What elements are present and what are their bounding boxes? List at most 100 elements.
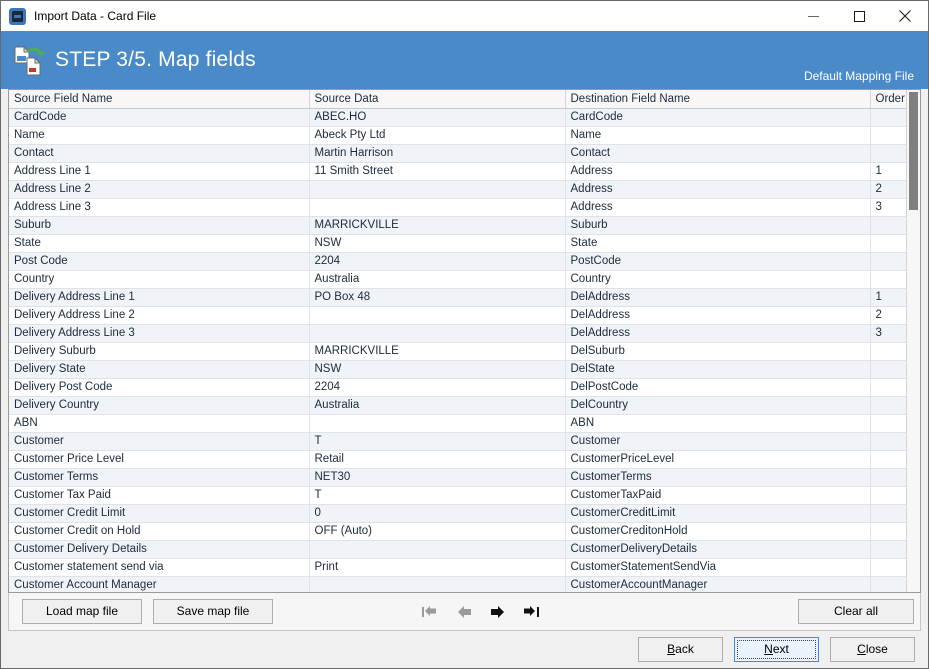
back-button[interactable]: Back <box>638 637 723 662</box>
table-row[interactable]: Customer Credit Limit 0 CustomerCreditLimi… <box>9 504 906 523</box>
table-cell[interactable]: CardCode <box>9 108 310 127</box>
minimize-icon[interactable] <box>790 1 836 31</box>
table-cell[interactable] <box>870 450 906 469</box>
table-cell[interactable]: 1 <box>870 162 906 181</box>
table-cell[interactable]: CustomerAccountManager <box>565 576 871 592</box>
table-cell[interactable]: Country <box>565 270 871 289</box>
table-cell[interactable] <box>870 486 906 505</box>
table-cell[interactable]: ABEC.HO <box>309 108 566 127</box>
table-row[interactable]: Delivery Address Line 3 DelAddress 3 <box>9 324 906 343</box>
table-cell[interactable] <box>870 558 906 577</box>
table-cell[interactable]: OFF (Auto) <box>309 522 566 541</box>
table-cell[interactable]: PostCode <box>565 252 871 271</box>
table-row[interactable]: Address Line 1 11 Smith Street Address 1 <box>9 162 906 181</box>
table-cell[interactable]: Customer Credit Limit <box>9 504 310 523</box>
table-cell[interactable]: MARRICKVILLE <box>309 342 566 361</box>
table-cell[interactable] <box>870 270 906 289</box>
table-cell[interactable]: 1 <box>870 288 906 307</box>
table-cell[interactable]: Address <box>565 162 871 181</box>
table-cell[interactable]: T <box>309 486 566 505</box>
table-cell[interactable]: T <box>309 432 566 451</box>
table-cell[interactable]: DelState <box>565 360 871 379</box>
table-row[interactable]: Customer Credit on Hold OFF (Auto) Custome… <box>9 522 906 541</box>
table-cell[interactable]: Delivery Address Line 1 <box>9 288 310 307</box>
table-row[interactable]: Address Line 2 Address 2 <box>9 180 906 199</box>
table-row[interactable]: Delivery State NSW DelState <box>9 360 906 379</box>
table-cell[interactable]: CustomerCreditonHold <box>565 522 871 541</box>
table-cell[interactable]: NSW <box>309 360 566 379</box>
table-cell[interactable] <box>870 126 906 145</box>
table-cell[interactable]: Customer <box>9 432 310 451</box>
table-cell[interactable]: 3 <box>870 198 906 217</box>
table-cell[interactable]: Address <box>565 180 871 199</box>
table-cell[interactable] <box>870 576 906 592</box>
first-record-icon[interactable] <box>421 604 439 620</box>
table-cell[interactable]: CardCode <box>565 108 871 127</box>
table-cell[interactable]: PO Box 48 <box>309 288 566 307</box>
table-cell[interactable]: Address Line 2 <box>9 180 310 199</box>
table-cell[interactable]: Retail <box>309 450 566 469</box>
table-row[interactable]: Address Line 3 Address 3 <box>9 198 906 217</box>
table-row[interactable]: Name Abeck Pty Ltd Name <box>9 126 906 145</box>
next-record-icon[interactable] <box>489 604 507 620</box>
table-cell[interactable]: CustomerTerms <box>565 468 871 487</box>
table-cell[interactable]: State <box>565 234 871 253</box>
table-cell[interactable]: CustomerStatementSendVia <box>565 558 871 577</box>
table-cell[interactable]: Post Code <box>9 252 310 271</box>
previous-record-icon[interactable] <box>455 604 473 620</box>
table-cell[interactable] <box>309 414 566 433</box>
table-cell[interactable] <box>870 216 906 235</box>
table-cell[interactable]: Delivery Country <box>9 396 310 415</box>
table-row[interactable]: Delivery Country Australia DelCountry <box>9 396 906 415</box>
table-cell[interactable]: 2 <box>870 180 906 199</box>
table-cell[interactable]: Delivery Address Line 3 <box>9 324 310 343</box>
table-row[interactable]: Country Australia Country <box>9 270 906 289</box>
table-cell[interactable]: Country <box>9 270 310 289</box>
table-row[interactable]: Customer Delivery Details CustomerDeliver… <box>9 540 906 559</box>
column-header-order[interactable]: Order <box>870 90 906 109</box>
table-cell[interactable] <box>870 396 906 415</box>
table-row[interactable]: Customer Terms NET30 CustomerTerms <box>9 468 906 487</box>
table-cell[interactable]: DelCountry <box>565 396 871 415</box>
table-row[interactable]: Delivery Suburb MARRICKVILLE DelSuburb <box>9 342 906 361</box>
table-row[interactable]: Delivery Address Line 2 DelAddress 2 <box>9 306 906 325</box>
table-cell[interactable]: 0 <box>309 504 566 523</box>
field-mapping-grid[interactable]: Source Field Name Source Data Destinatio… <box>8 89 921 593</box>
table-cell[interactable] <box>870 378 906 397</box>
table-cell[interactable] <box>870 144 906 163</box>
table-cell[interactable] <box>870 522 906 541</box>
table-row[interactable]: Suburb MARRICKVILLE Suburb <box>9 216 906 235</box>
table-cell[interactable]: 11 Smith Street <box>309 162 566 181</box>
table-row[interactable]: Customer Tax Paid T CustomerTaxPaid <box>9 486 906 505</box>
table-cell[interactable] <box>309 576 566 592</box>
table-cell[interactable] <box>870 234 906 253</box>
table-cell[interactable] <box>870 360 906 379</box>
table-cell[interactable]: Delivery State <box>9 360 310 379</box>
table-row[interactable]: ABN ABN <box>9 414 906 433</box>
table-cell[interactable]: Contact <box>565 144 871 163</box>
column-header-destination-field-name[interactable]: Destination Field Name <box>565 90 871 109</box>
table-cell[interactable]: Address <box>565 198 871 217</box>
table-cell[interactable] <box>870 252 906 271</box>
table-cell[interactable]: DelAddress <box>565 324 871 343</box>
table-cell[interactable]: DelAddress <box>565 306 871 325</box>
table-cell[interactable]: Customer Credit on Hold <box>9 522 310 541</box>
grid-vertical-scrollbar[interactable] <box>906 90 920 592</box>
close-icon[interactable] <box>882 1 928 31</box>
table-row[interactable]: Delivery Address Line 1 PO Box 48 DelAddre… <box>9 288 906 307</box>
table-cell[interactable]: Delivery Suburb <box>9 342 310 361</box>
table-cell[interactable]: Name <box>565 126 871 145</box>
table-row[interactable]: Delivery Post Code 2204 DelPostCode <box>9 378 906 397</box>
maximize-icon[interactable] <box>836 1 882 31</box>
table-cell[interactable]: DelSuburb <box>565 342 871 361</box>
table-cell[interactable] <box>309 324 566 343</box>
table-cell[interactable]: Customer Terms <box>9 468 310 487</box>
table-cell[interactable]: CustomerTaxPaid <box>565 486 871 505</box>
table-cell[interactable]: 3 <box>870 324 906 343</box>
table-cell[interactable]: DelAddress <box>565 288 871 307</box>
table-row[interactable]: Customer Account Manager CustomerAccountM… <box>9 576 906 592</box>
table-cell[interactable] <box>870 108 906 127</box>
table-cell[interactable]: NET30 <box>309 468 566 487</box>
table-cell[interactable] <box>870 504 906 523</box>
table-cell[interactable]: Australia <box>309 396 566 415</box>
